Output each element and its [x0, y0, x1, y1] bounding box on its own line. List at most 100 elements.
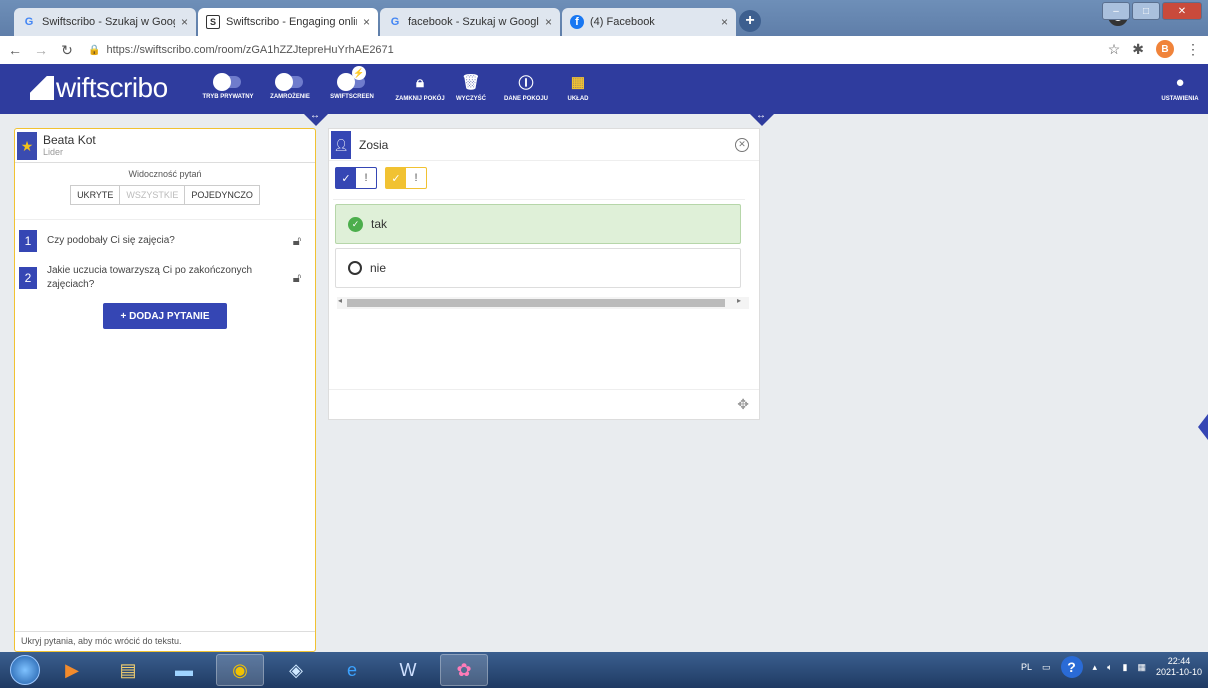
facebook-icon: f	[570, 15, 584, 29]
move-icon[interactable]: ✥	[737, 396, 749, 413]
system-tray: PL ▭ ? ▴ 🔈︎ ▮ ▦ 22:44 2021-10-10	[1021, 656, 1202, 678]
check-icon: ✓	[386, 168, 406, 188]
signal-icon[interactable]: ▮	[1122, 662, 1127, 673]
scroll-left-icon[interactable]: ◂	[338, 296, 342, 305]
scroll-thumb[interactable]	[347, 299, 725, 307]
visibility-hidden-option[interactable]: UKRYTE	[70, 185, 121, 205]
resize-handle-left[interactable]: ↔	[302, 110, 330, 126]
close-tab-icon[interactable]: ×	[363, 15, 370, 29]
side-panel-toggle[interactable]	[1198, 414, 1208, 440]
reload-icon[interactable]: ↻	[56, 42, 78, 59]
help-icon[interactable]: ?	[1060, 656, 1083, 678]
url-field[interactable]: 🔒 https://swiftscribo.com/room/zGA1hZZJt…	[88, 44, 394, 56]
close-tab-icon[interactable]: ×	[545, 15, 552, 29]
panel-footer-hint: Ukryj pytania, aby móc wrócić do tekstu.	[15, 631, 315, 651]
network-icon[interactable]: ▦	[1137, 662, 1146, 673]
check-circle-icon: ✓	[348, 216, 363, 232]
network-app-icon[interactable]: ▬	[160, 654, 208, 686]
room-info-button[interactable]: ⓘ DANE POKOJU	[500, 72, 552, 103]
back-icon[interactable]: ←	[4, 42, 26, 58]
swiftscreen-toggle[interactable]: ⚡ SWIFTSCREEN	[324, 66, 380, 100]
question-text: Jakie uczucia towarzyszą Ci po zakończon…	[47, 265, 253, 290]
answer-option[interactable]: nie	[335, 248, 741, 288]
close-tab-icon[interactable]: ×	[181, 15, 188, 29]
unlock-icon[interactable]: 🔓︎	[289, 233, 305, 249]
media-player-icon[interactable]: ▶	[48, 654, 96, 686]
clear-button[interactable]: 🗑︎ WYCZYŚĆ	[448, 72, 494, 102]
close-room-button[interactable]: 🔒︎ ZAMKNIJ POKÓJ	[392, 72, 448, 103]
toolbar-label: SWIFTSCREEN	[330, 94, 374, 100]
resize-arrows-icon: ↔	[756, 110, 766, 121]
visibility-single-option[interactable]: POJEDYNCZO	[185, 185, 260, 205]
card-header: 👤︎ Zosia ✕	[329, 129, 759, 161]
internet-explorer-icon[interactable]: e	[328, 654, 376, 686]
google-icon: G	[390, 16, 400, 28]
maximize-button[interactable]: □	[1132, 2, 1160, 20]
swiftscribo-logo[interactable]: wiftscribo	[30, 72, 168, 104]
private-mode-toggle[interactable]: TRYB PRYWATNY	[200, 72, 256, 100]
vertical-scrollbar[interactable]	[741, 200, 753, 306]
volume-icon[interactable]: 🔈︎	[1107, 662, 1112, 673]
answer-type-selector: ✓ ! ✓ !	[335, 167, 759, 189]
option-text: tak	[371, 217, 388, 231]
answer-options: ✓ tak nie	[333, 199, 745, 305]
browser-tab-3[interactable]: G facebook - Szukaj w Google ×	[380, 8, 560, 36]
close-window-button[interactable]: ✕	[1162, 2, 1202, 20]
logo-mark-icon	[30, 76, 54, 100]
resize-arrows-icon: ↔	[310, 110, 320, 121]
extensions-icon[interactable]: ✱	[1132, 41, 1144, 58]
answer-mode-blue[interactable]: ✓ !	[335, 167, 377, 189]
address-bar: ← → ↻ 🔒 https://swiftscribo.com/room/zGA…	[0, 36, 1208, 64]
add-question-button[interactable]: + DODAJ PYTANIE	[103, 303, 227, 329]
scroll-right-icon[interactable]: ▸	[737, 296, 741, 305]
keyboard-icon[interactable]: ▭	[1042, 662, 1051, 673]
language-indicator[interactable]: PL	[1021, 662, 1032, 672]
clock[interactable]: 22:44 2021-10-10	[1156, 656, 1202, 678]
browser-tab-1[interactable]: G Swiftscribo - Szukaj w Google ×	[14, 8, 196, 36]
horizontal-scrollbar[interactable]: ◂ ▸	[337, 296, 749, 309]
question-item[interactable]: 2 Jakie uczucia towarzyszą Ci po zakończ…	[15, 264, 315, 291]
start-button[interactable]	[10, 655, 40, 685]
visibility-all-option[interactable]: WSZYSTKIE	[120, 185, 186, 205]
toolbar-label: ZAMROŻENIE	[270, 94, 310, 100]
profile-avatar[interactable]: B	[1156, 40, 1174, 58]
close-tab-icon[interactable]: ×	[721, 15, 728, 29]
clock-date: 2021-10-10	[1155, 667, 1202, 677]
hp-icon[interactable]: ◈	[272, 654, 320, 686]
app-icon[interactable]: ✿	[440, 654, 488, 686]
file-explorer-icon[interactable]: ▤	[104, 654, 152, 686]
option-text: nie	[370, 261, 387, 275]
app-header: wiftscribo TRYB PRYWATNY ZAMROŻENIE ⚡ SW…	[0, 64, 1208, 114]
bolt-icon: ⚡	[352, 66, 366, 80]
layout-button[interactable]: ▦ UKŁAD	[556, 72, 600, 102]
menu-icon[interactable]: ⋮	[1186, 41, 1200, 58]
answer-option[interactable]: ✓ tak	[335, 204, 741, 244]
bookmark-star-icon[interactable]: ☆	[1108, 41, 1121, 58]
show-hidden-icon[interactable]: ▴	[1093, 662, 1098, 673]
browser-tab-2[interactable]: S Swiftscribo - Engaging online cla ×	[198, 8, 378, 36]
toolbar-label: WYCZYŚĆ	[456, 96, 486, 102]
settings-button[interactable]: ● USTAWIENIA	[1160, 72, 1200, 103]
new-tab-button[interactable]: +	[739, 10, 761, 32]
freeze-toggle[interactable]: ZAMROŻENIE	[262, 72, 318, 100]
browser-tab-4[interactable]: f (4) Facebook ×	[562, 8, 736, 36]
lock-icon: 🔒	[88, 44, 101, 56]
person-icon: 👤︎	[331, 130, 351, 159]
toolbar-label: ZAMKNIJ POKÓJ	[395, 96, 445, 102]
question-item[interactable]: 1 Czy podobały Ci się zajęcia? 🔓︎	[15, 230, 315, 252]
unlock-icon[interactable]: 🔓︎	[289, 270, 305, 286]
exclamation-icon: !	[414, 172, 418, 184]
chrome-icon[interactable]: ◉	[216, 654, 264, 686]
toggle-switch	[213, 73, 241, 91]
check-icon: ✓	[336, 168, 356, 188]
minimize-button[interactable]: –	[1102, 2, 1130, 20]
logo-text: wiftscribo	[56, 72, 168, 103]
forward-icon[interactable]: →	[30, 42, 52, 58]
lock-icon: 🔒︎	[416, 73, 424, 91]
answer-mode-yellow[interactable]: ✓ !	[385, 167, 427, 189]
trash-icon: 🗑︎	[461, 74, 481, 91]
word-icon[interactable]: W	[384, 654, 432, 686]
close-circle-icon[interactable]: ✕	[735, 137, 749, 152]
resize-handle-right[interactable]: ↔	[748, 110, 776, 126]
exclamation-icon: !	[364, 172, 368, 184]
